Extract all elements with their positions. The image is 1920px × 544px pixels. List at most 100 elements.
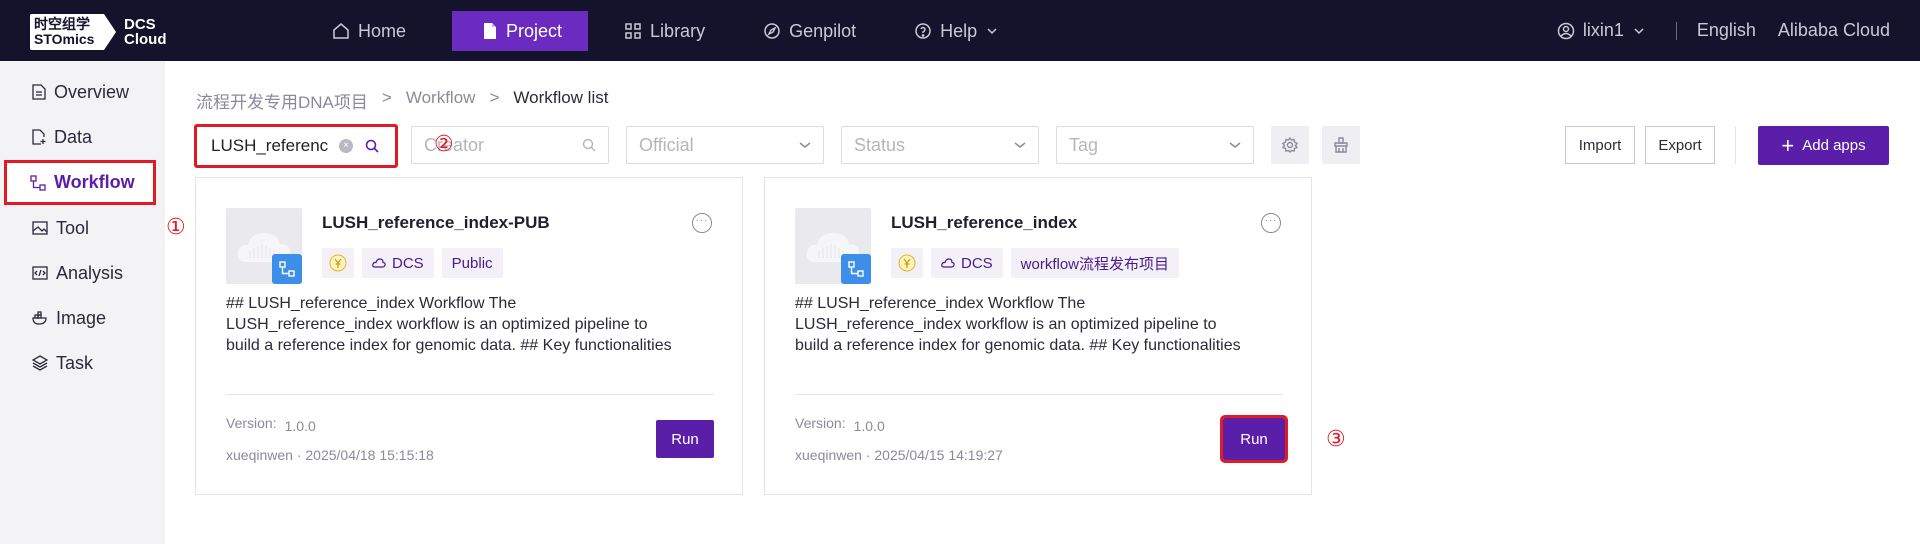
docker-icon — [32, 311, 47, 325]
breadcrumb-current: Workflow list — [513, 88, 609, 107]
card-version: Version: 1.0.0 — [226, 415, 316, 434]
breadcrumb-separator: > — [381, 88, 392, 107]
sidebar-item-label: Workflow — [54, 172, 135, 192]
divider — [795, 394, 1283, 395]
main-nav: Home Project Library Genpilot Help — [320, 11, 1043, 51]
settings-button[interactable] — [1271, 126, 1309, 164]
sidebar-item-workflow[interactable]: Workflow — [4, 160, 156, 205]
nav-library[interactable]: Library — [612, 11, 717, 51]
workflow-card[interactable]: LUSH_reference_index ··· DCS workflow流程发… — [764, 177, 1312, 495]
creator-placeholder: Creator — [424, 134, 485, 155]
more-options-icon[interactable]: ··· — [1261, 213, 1281, 233]
nav-home-label: Home — [358, 20, 407, 41]
run-button[interactable]: Run — [1220, 415, 1288, 463]
file-add-icon — [32, 129, 46, 145]
divider — [226, 394, 714, 395]
tag-label: DCS — [961, 254, 993, 272]
home-icon — [333, 23, 349, 39]
nav-library-label: Library — [650, 20, 706, 41]
logo-arrow-shape — [104, 14, 116, 50]
workflow-card[interactable]: LUSH_reference_index-PUB ··· DCS Public … — [195, 177, 743, 495]
card-title[interactable]: LUSH_reference_index — [891, 213, 1077, 233]
card-description: ## LUSH_reference_index Workflow The LUS… — [226, 293, 716, 356]
description-line: LUSH_reference_index workflow is an opti… — [795, 316, 1217, 333]
clear-filters-button[interactable] — [1322, 126, 1360, 164]
search-icon — [582, 138, 596, 152]
language-switch[interactable]: English — [1697, 20, 1756, 41]
sidebar-item-label: Analysis — [56, 262, 124, 283]
sidebar-item-label: Tool — [56, 217, 90, 238]
card-meta: xueqinwen · 2025/04/15 14:19:27 — [795, 447, 1003, 463]
nav-project[interactable]: Project — [452, 11, 589, 51]
tag-platform: DCS — [931, 248, 1003, 278]
brand-logo[interactable]: 时空组学 STOmics DCS Cloud — [30, 14, 167, 50]
official-filter[interactable]: Official — [626, 126, 824, 164]
top-navigation-bar: 时空组学 STOmics DCS Cloud Home Project Libr… — [0, 0, 1920, 61]
code-icon — [32, 266, 48, 280]
sidebar-item-data[interactable]: Data — [6, 114, 156, 160]
card-title[interactable]: LUSH_reference_index-PUB — [322, 213, 550, 233]
coin-icon — [898, 254, 916, 272]
user-icon — [1557, 22, 1575, 39]
export-button[interactable]: Export — [1645, 126, 1715, 164]
sidebar-item-image[interactable]: Image — [6, 295, 156, 341]
chevron-down-icon — [987, 28, 997, 35]
add-apps-label: Add apps — [1802, 137, 1866, 154]
grid-icon — [625, 23, 641, 39]
logo-line1: 时空组学 — [34, 16, 90, 32]
version-label: Version: — [226, 415, 277, 431]
broom-icon — [1334, 137, 1348, 153]
divider — [1675, 21, 1677, 40]
tag-cost — [322, 248, 354, 278]
sidebar-item-tool[interactable]: Tool — [6, 205, 156, 251]
sidebar-item-overview[interactable]: Overview — [6, 69, 156, 115]
version-label: Version: — [795, 415, 846, 431]
workflow-icon — [279, 261, 295, 277]
logo-line2: STOmics — [34, 31, 95, 47]
tag-filter[interactable]: Tag — [1056, 126, 1254, 164]
cloud-icon — [372, 258, 386, 268]
status-filter[interactable]: Status — [841, 126, 1039, 164]
sidebar-item-label: Image — [56, 307, 107, 328]
region-switch[interactable]: Alibaba Cloud — [1778, 20, 1890, 41]
nav-genpilot[interactable]: Genpilot — [751, 11, 868, 51]
card-description: ## LUSH_reference_index Workflow The LUS… — [795, 293, 1285, 356]
nav-home[interactable]: Home — [320, 11, 418, 51]
chevron-down-icon — [1014, 142, 1026, 148]
chevron-down-icon — [1229, 142, 1241, 148]
chevron-down-icon — [1634, 27, 1644, 34]
more-options-icon[interactable]: ··· — [692, 213, 712, 233]
description-line: build a reference index for genomic data… — [795, 337, 1241, 354]
breadcrumb-section[interactable]: Workflow — [406, 88, 476, 113]
breadcrumb-project[interactable]: 流程开发专用DNA项目 — [196, 88, 368, 113]
add-apps-button[interactable]: + Add apps — [1758, 126, 1889, 165]
run-button[interactable]: Run — [656, 420, 714, 458]
chevron-down-icon — [799, 142, 811, 148]
import-label: Import — [1578, 136, 1622, 154]
tag-project: workflow流程发布项目 — [1010, 248, 1180, 278]
run-label: Run — [1240, 430, 1268, 448]
search-icon[interactable] — [365, 139, 379, 153]
clear-icon[interactable]: × — [339, 139, 353, 153]
import-button[interactable]: Import — [1565, 126, 1635, 164]
tag-cost — [891, 248, 923, 278]
version-value: 1.0.0 — [853, 418, 885, 434]
description-line: LUSH_reference_index workflow is an opti… — [226, 316, 648, 333]
nav-help[interactable]: Help — [902, 11, 1009, 51]
breadcrumb: 流程开发专用DNA项目 > Workflow > Workflow list — [196, 88, 608, 113]
name-search-input[interactable] — [211, 136, 331, 156]
workflow-thumbnail — [226, 208, 302, 284]
image-icon — [32, 221, 48, 235]
description-line: ## LUSH_reference_index Workflow The — [795, 295, 1086, 312]
nav-genpilot-label: Genpilot — [789, 20, 857, 41]
tag-label: Public — [451, 254, 493, 272]
annotation-marker-1: ① — [166, 214, 186, 239]
product-name: DCS Cloud — [124, 17, 167, 47]
gear-icon — [1282, 137, 1298, 153]
layers-icon — [32, 355, 48, 371]
product-name-line2: Cloud — [124, 31, 167, 48]
sidebar-item-analysis[interactable]: Analysis — [6, 250, 156, 296]
user-menu[interactable]: lixin1 — [1557, 20, 1652, 41]
sidebar-item-task[interactable]: Task — [6, 340, 156, 386]
card-version: Version: 1.0.0 — [795, 415, 885, 434]
